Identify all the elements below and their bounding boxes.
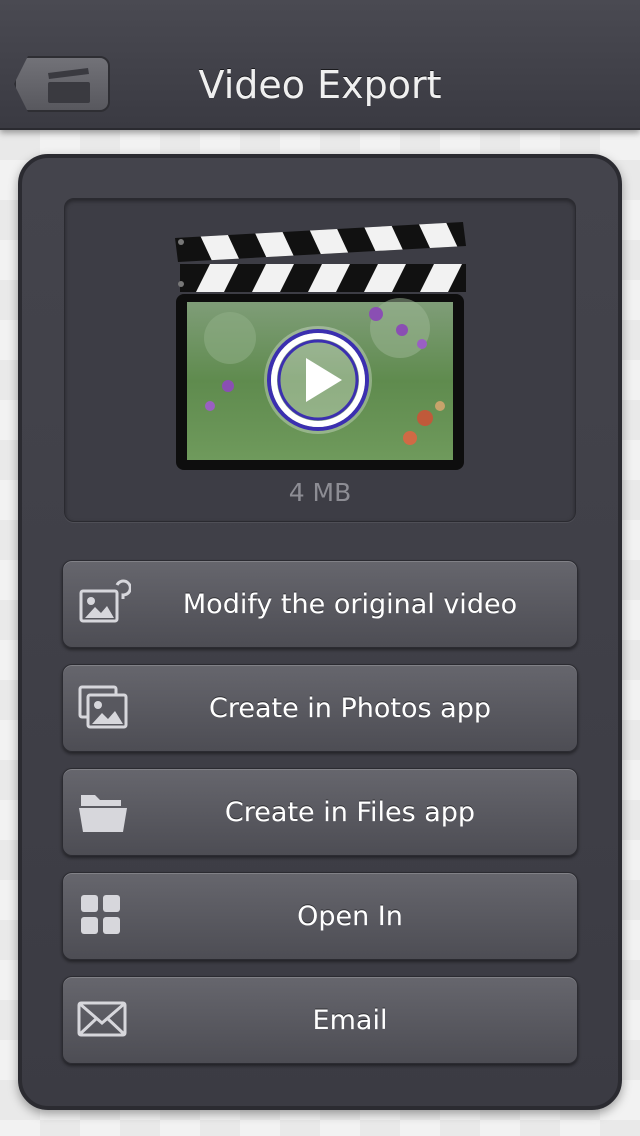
button-label: Open In bbox=[297, 901, 403, 932]
page-title: Video Export bbox=[198, 63, 442, 107]
clapperboard-icon bbox=[48, 68, 90, 103]
button-label: Email bbox=[312, 1005, 388, 1036]
video-thumbnail[interactable] bbox=[170, 218, 470, 472]
email-button[interactable]: Email bbox=[62, 976, 578, 1064]
nav-bar: Video Export bbox=[0, 0, 640, 130]
open-in-button[interactable]: Open In bbox=[62, 872, 578, 960]
button-label: Modify the original video bbox=[182, 589, 518, 620]
modify-original-video-button[interactable]: Modify the original video bbox=[62, 560, 578, 648]
create-in-files-button[interactable]: Create in Files app bbox=[62, 768, 578, 856]
back-button[interactable] bbox=[14, 56, 110, 112]
button-label: Create in Files app bbox=[224, 797, 476, 828]
create-in-photos-button[interactable]: Create in Photos app bbox=[62, 664, 578, 752]
button-label: Create in Photos app bbox=[209, 693, 491, 724]
file-size-label: 4 MB bbox=[288, 478, 352, 507]
